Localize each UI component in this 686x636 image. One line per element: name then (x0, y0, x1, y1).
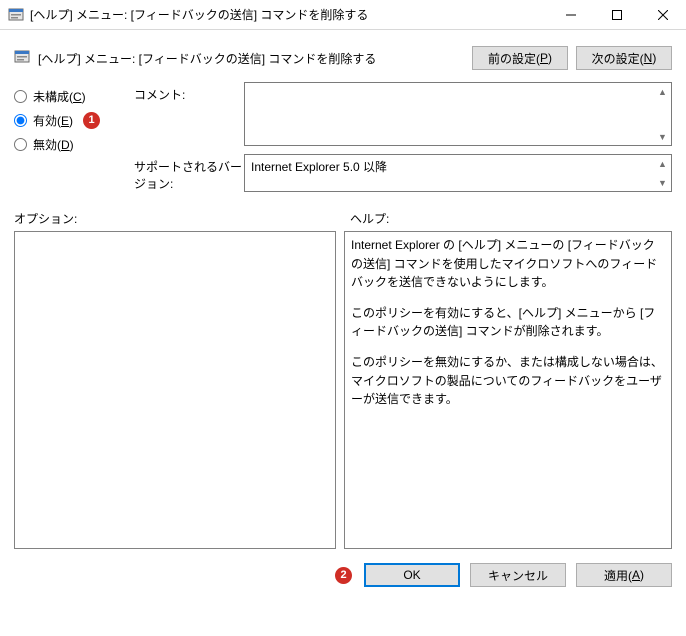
policy-icon (14, 49, 30, 68)
section-labels: オプション: ヘルプ: (0, 204, 686, 231)
close-button[interactable] (640, 0, 686, 30)
ok-button[interactable]: OK (364, 563, 460, 587)
scroll-up-icon[interactable]: ▲ (655, 156, 670, 171)
annotation-step-1: 1 (83, 112, 100, 129)
options-label: オプション: (14, 210, 350, 227)
panes: Internet Explorer の [ヘルプ] メニューの [フィードバック… (0, 231, 686, 549)
radio-enabled-label: 有効(E) (33, 112, 73, 129)
supported-row: サポートされるバージョン: Internet Explorer 5.0 以降 ▲… (134, 154, 672, 192)
scroll-down-icon[interactable]: ▼ (655, 129, 670, 144)
maximize-button[interactable] (594, 0, 640, 30)
policy-icon (8, 7, 24, 23)
form-upper: 未構成(C) 有効(E) 1 無効(D) コメント: ▲ ▼ (0, 80, 686, 204)
radio-disabled-input[interactable] (14, 138, 27, 151)
apply-button[interactable]: 適用(A) (576, 563, 672, 587)
radio-not-configured-label: 未構成(C) (33, 88, 86, 105)
radio-disabled-label: 無効(D) (33, 136, 74, 153)
supported-value: Internet Explorer 5.0 以降 (245, 155, 671, 191)
radio-enabled[interactable]: 有効(E) 1 (14, 108, 124, 132)
radio-not-configured[interactable]: 未構成(C) (14, 84, 124, 108)
options-pane (14, 231, 336, 549)
cancel-button[interactable]: キャンセル (470, 563, 566, 587)
comment-label: コメント: (134, 82, 244, 103)
previous-setting-button[interactable]: 前の設定(P) (472, 46, 568, 70)
radio-column: 未構成(C) 有効(E) 1 無効(D) (14, 82, 124, 200)
scroll-down-icon[interactable]: ▼ (655, 175, 670, 190)
next-setting-button[interactable]: 次の設定(N) (576, 46, 672, 70)
help-label: ヘルプ: (350, 210, 672, 227)
titlebar: [ヘルプ] メニュー: [フィードバックの送信] コマンドを削除する (0, 0, 686, 30)
supported-label: サポートされるバージョン: (134, 154, 244, 192)
help-paragraph-1: Internet Explorer の [ヘルプ] メニューの [フィードバック… (351, 236, 665, 292)
radio-disabled[interactable]: 無効(D) (14, 132, 124, 156)
comment-textarea[interactable]: ▲ ▼ (244, 82, 672, 146)
help-paragraph-3: このポリシーを無効にするか、または構成しない場合は、マイクロソフトの製品について… (351, 353, 665, 409)
supported-textarea: Internet Explorer 5.0 以降 ▲ ▼ (244, 154, 672, 192)
radio-enabled-input[interactable] (14, 114, 27, 127)
kv-column: コメント: ▲ ▼ サポートされるバージョン: Internet Explore… (134, 82, 672, 200)
comment-row: コメント: ▲ ▼ (134, 82, 672, 146)
help-paragraph-2: このポリシーを有効にすると、[ヘルプ] メニューから [フィードバックの送信] … (351, 304, 665, 341)
radio-not-configured-input[interactable] (14, 90, 27, 103)
annotation-step-2: 2 (335, 567, 352, 584)
header-row: [ヘルプ] メニュー: [フィードバックの送信] コマンドを削除する 前の設定(… (0, 30, 686, 80)
footer: 2 OK キャンセル 適用(A) (0, 549, 686, 587)
window-title: [ヘルプ] メニュー: [フィードバックの送信] コマンドを削除する (30, 6, 548, 23)
help-pane: Internet Explorer の [ヘルプ] メニューの [フィードバック… (344, 231, 672, 549)
comment-value (245, 83, 671, 145)
minimize-button[interactable] (548, 0, 594, 30)
header-title: [ヘルプ] メニュー: [フィードバックの送信] コマンドを削除する (38, 50, 464, 67)
scroll-up-icon[interactable]: ▲ (655, 84, 670, 99)
